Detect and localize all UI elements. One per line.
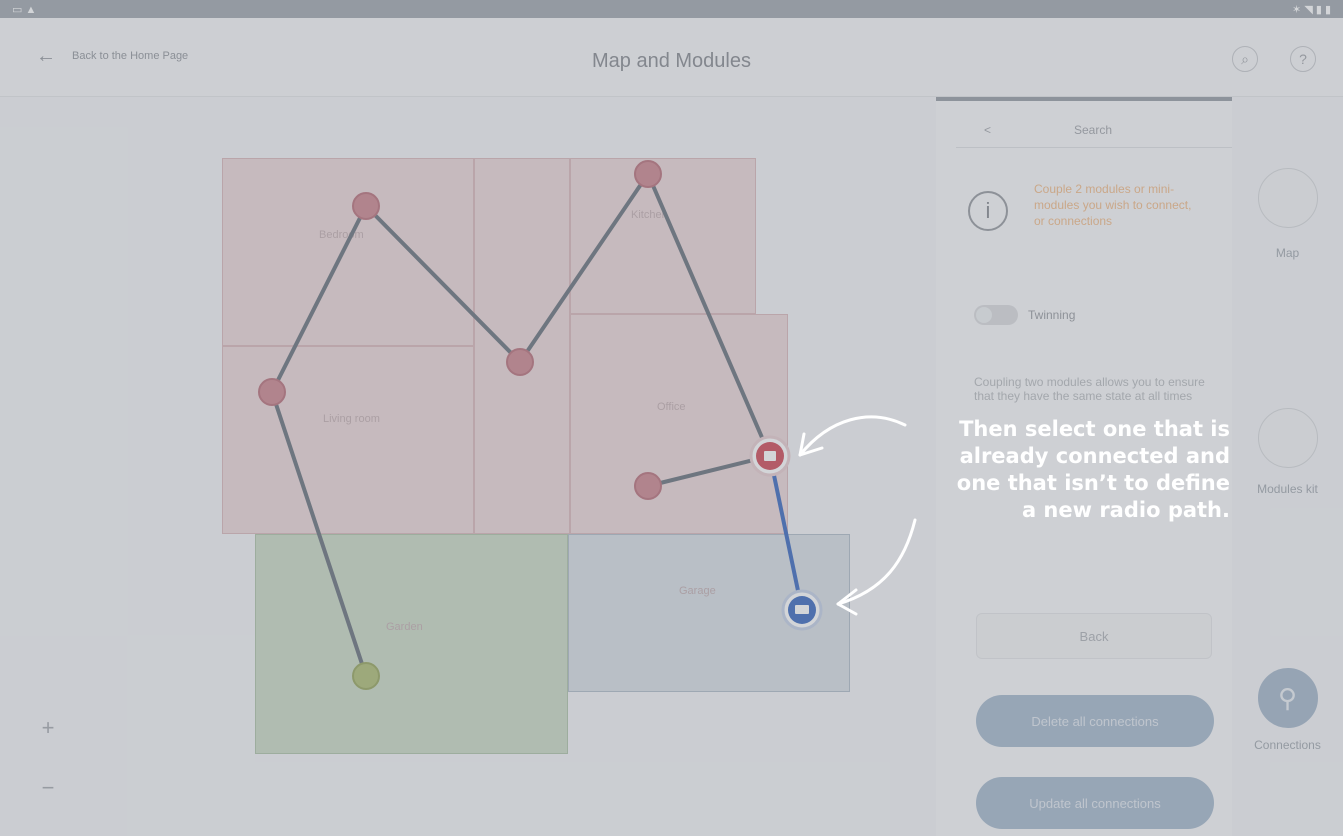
hint-line: Then select one that is (959, 417, 1230, 441)
tutorial-hint-text: Then select one that is already connecte… (880, 416, 1230, 524)
hint-line: one that isn’t to define (956, 471, 1230, 495)
app-root: ▭ ▲ ✶ ◥ ▮ ▮ ← Back to the Home Page Map … (0, 0, 1343, 836)
hint-line: a new radio path. (1021, 498, 1230, 522)
curved-arrow-icon (836, 518, 917, 606)
hint-line: already connected and (959, 444, 1230, 468)
